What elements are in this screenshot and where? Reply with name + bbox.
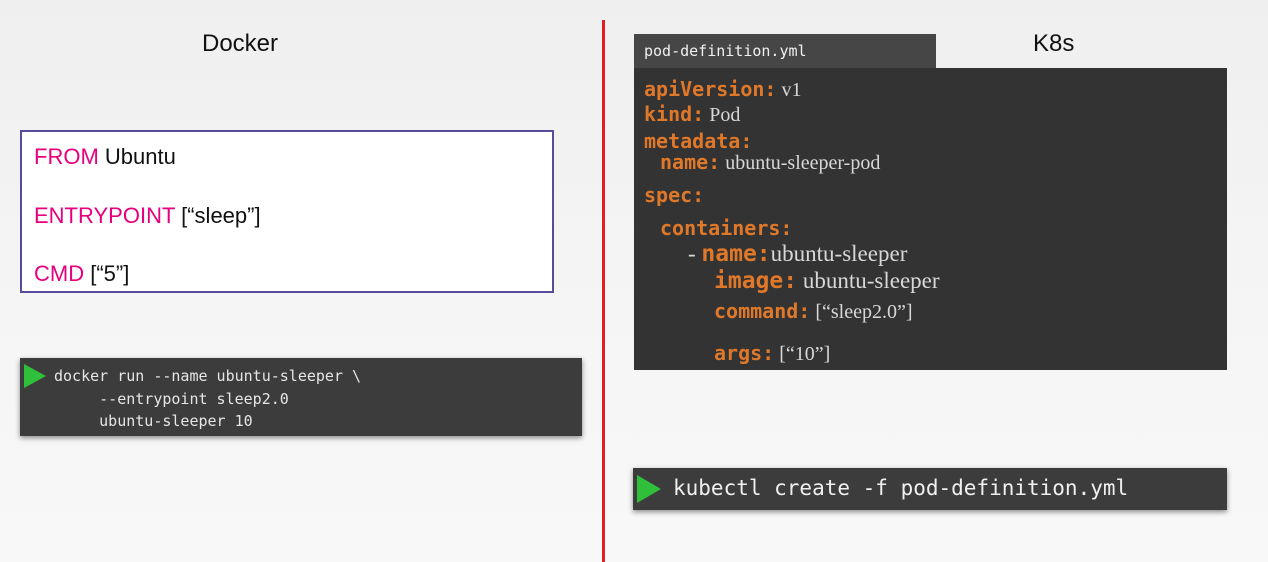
kubectl-terminal: kubectl create -f pod-definition.yml: [633, 468, 1227, 510]
terminal-line: --entrypoint sleep2.0: [54, 390, 289, 408]
yaml-line: kind: Pod: [644, 102, 740, 127]
yaml-line: command: [“sleep2.0”]: [714, 299, 913, 324]
yaml-key: kind:: [644, 102, 705, 126]
k8s-heading: K8s: [1033, 30, 1075, 57]
dockerfile-line-entrypoint: ENTRYPOINT [“sleep”]: [34, 203, 261, 229]
yaml-value: ubuntu-sleeper: [770, 241, 908, 266]
dockerfile-keyword: ENTRYPOINT: [34, 203, 175, 228]
yaml-key: containers:: [660, 216, 793, 240]
dockerfile-keyword: FROM: [34, 144, 99, 169]
yaml-value: ubuntu-sleeper-pod: [720, 152, 881, 174]
dockerfile-value: Ubuntu: [98, 144, 176, 169]
dockerfile-value: [“sleep”]: [175, 203, 261, 228]
pod-definition-editor: apiVersion: v1 kind: Pod metadata: name:…: [634, 68, 1227, 370]
yaml-line: apiVersion: v1: [644, 77, 801, 102]
docker-heading: Docker: [202, 30, 279, 57]
yaml-key: name:: [660, 150, 721, 174]
dockerfile-keyword: CMD: [34, 261, 85, 286]
yaml-key: command:: [714, 299, 811, 323]
play-icon: [24, 364, 46, 388]
terminal-line: ubuntu-sleeper 10: [54, 412, 253, 430]
yaml-line: containers:: [660, 216, 792, 241]
yaml-key: image:: [714, 268, 798, 294]
yaml-key: args:: [714, 341, 775, 365]
terminal-line: docker run --name ubuntu-sleeper \: [54, 367, 362, 385]
file-tab-pod-definition[interactable]: pod-definition.yml: [634, 34, 936, 68]
yaml-key: spec:: [644, 183, 705, 207]
yaml-value: [“sleep2.0”]: [810, 301, 913, 323]
dockerfile-value: [“5”]: [84, 261, 130, 286]
dockerfile-line-cmd: CMD [“5”]: [34, 261, 129, 287]
yaml-key: apiVersion:: [644, 77, 777, 101]
kubectl-command: kubectl create -f pod-definition.yml: [673, 476, 1129, 500]
yaml-line: name: ubuntu-sleeper-pod: [660, 150, 880, 175]
yaml-line: spec:: [644, 183, 704, 208]
dockerfile-panel: FROM Ubuntu ENTRYPOINT [“sleep”] CMD [“5…: [20, 130, 554, 293]
yaml-value: Pod: [704, 104, 741, 126]
yaml-line: - name:ubuntu-sleeper: [688, 241, 907, 267]
yaml-value: v1: [776, 79, 802, 101]
yaml-value: [“10”]: [774, 343, 831, 365]
yaml-line: args: [“10”]: [714, 341, 830, 366]
dockerfile-line-from: FROM Ubuntu: [34, 144, 176, 170]
yaml-value: ubuntu-sleeper: [797, 268, 940, 293]
section-divider: [602, 20, 605, 562]
docker-run-terminal: docker run --name ubuntu-sleeper \ --ent…: [20, 358, 582, 436]
yaml-key: name:: [701, 241, 771, 267]
play-icon: [637, 475, 661, 503]
yaml-list-dash: -: [688, 241, 702, 266]
yaml-line: image: ubuntu-sleeper: [714, 268, 940, 294]
